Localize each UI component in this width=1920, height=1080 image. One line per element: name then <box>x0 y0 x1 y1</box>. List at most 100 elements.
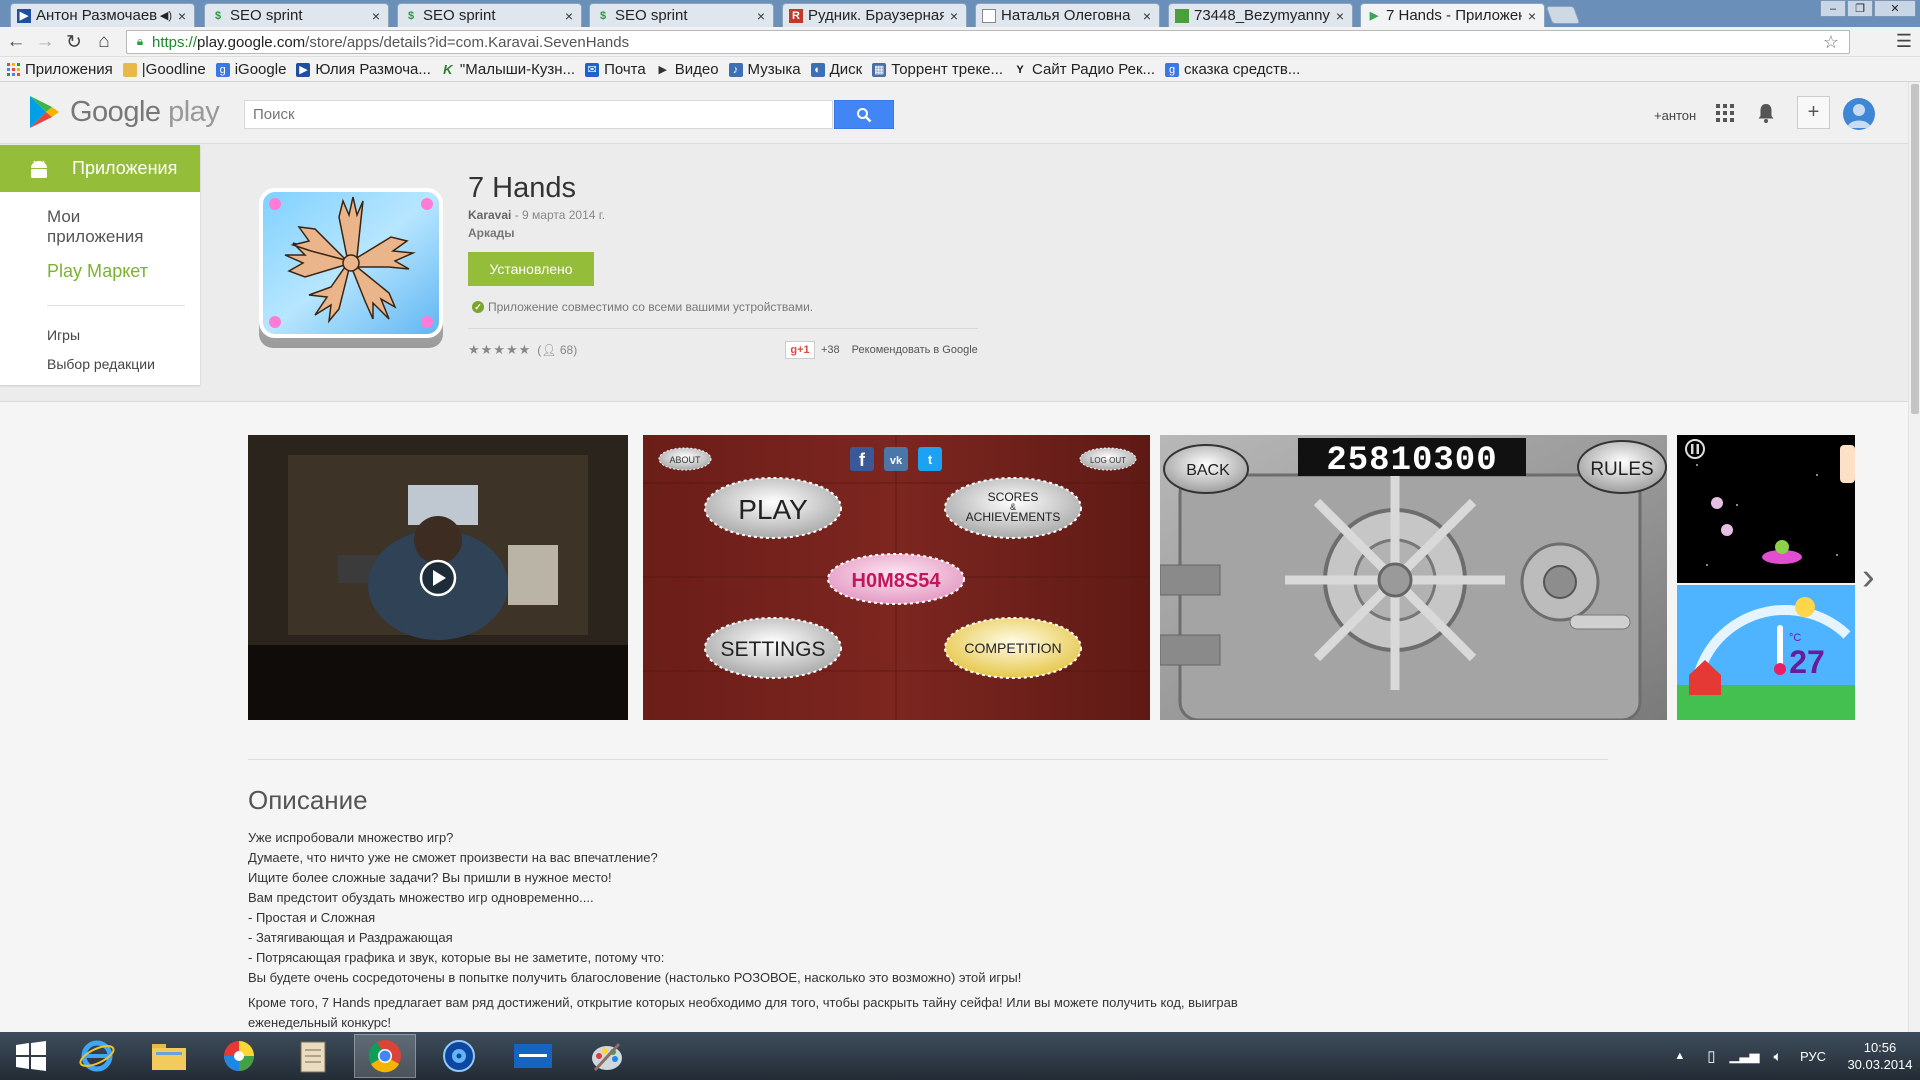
tab-seo-sprint-1[interactable]: $ SEO sprint × <box>204 3 389 27</box>
battery-icon[interactable]: ▯ <box>1707 1047 1715 1065</box>
bookmark-music[interactable]: ♪ Музыка <box>728 61 801 78</box>
bookmark-radio[interactable]: Y Сайт Радио Рек... <box>1013 61 1155 78</box>
bookmark-igoogle[interactable]: g iGoogle <box>215 61 286 78</box>
chrome-button[interactable] <box>354 1034 416 1078</box>
bookmark-malyshi[interactable]: K "Малыши-Кузн... <box>441 61 575 78</box>
bookmark-torrent[interactable]: ▦ Торрент треке... <box>872 61 1003 78</box>
tab-image[interactable]: 73448_Bezymyannyi × <box>1168 3 1353 27</box>
nav-editors-choice[interactable]: Выбор редакции <box>47 356 155 372</box>
bookmark-goodline[interactable]: |Goodline <box>122 61 206 78</box>
internet-explorer-icon <box>79 1040 115 1072</box>
address-bar[interactable]: 🔒︎ https://play.google.com/store/apps/de… <box>126 30 1850 54</box>
close-tab-icon[interactable]: × <box>1334 8 1346 24</box>
logo-google-text: Google <box>70 95 161 128</box>
clock[interactable]: 10:56 30.03.2014 <box>1840 1039 1920 1073</box>
tab-seo-sprint-3[interactable]: $ SEO sprint × <box>589 3 774 27</box>
picasa-button[interactable] <box>208 1034 270 1078</box>
close-tab-icon[interactable]: × <box>948 8 960 24</box>
chrome-menu-icon[interactable]: ☰ <box>1893 31 1915 53</box>
url-path: /store/apps/details?id=com.Karavai.Seven… <box>305 33 630 51</box>
nav-my-apps[interactable]: Мои приложения <box>47 207 167 247</box>
bookmark-label: "Малыши-Кузн... <box>459 61 576 78</box>
check-icon: ✓ <box>472 301 484 313</box>
settings-label: SETTINGS <box>720 638 825 661</box>
network-signal-icon[interactable]: ▁▃▅ <box>1730 1048 1760 1064</box>
tab-anton[interactable]: ▶ Антон Размочаев ◀) × <box>10 3 195 27</box>
close-tab-icon[interactable]: × <box>176 8 188 24</box>
page-scrollbar[interactable] <box>1908 82 1920 1032</box>
notifications-bell-icon[interactable] <box>1756 102 1776 124</box>
video-thumbnail[interactable] <box>248 435 628 720</box>
bookmark-yulia[interactable]: ▶ Юлия Размоча... <box>296 61 431 78</box>
google-plus-user-link[interactable]: +антон <box>1654 108 1696 123</box>
k-icon: K <box>443 62 453 77</box>
bookmark-star-icon[interactable]: ☆ <box>1823 32 1839 53</box>
screenshot-menu[interactable]: ABOUT LOG OUT f vk t PLAY SCORES & ACHIE… <box>643 435 1150 720</box>
bookmark-disk[interactable]: ◐ Диск <box>810 61 863 78</box>
new-tab-button[interactable] <box>1545 6 1581 24</box>
language-indicator[interactable]: РУС <box>1800 1049 1826 1064</box>
search-button[interactable] <box>834 100 894 129</box>
forward-button[interactable]: → <box>34 31 56 53</box>
category-link[interactable]: Аркады <box>468 226 515 240</box>
developer-link[interactable]: Karavai <box>468 208 511 222</box>
achievements-label: ACHIEVEMENTS <box>966 510 1061 524</box>
bookmark-apps[interactable]: Приложения <box>6 61 113 78</box>
start-button[interactable] <box>0 1034 62 1078</box>
rating-count-wrap: (👤︎ 68) <box>537 343 578 357</box>
asus-button[interactable] <box>502 1034 564 1078</box>
bookmark-video[interactable]: ▶ Видео <box>656 61 718 78</box>
volume-icon[interactable]: 🔈︎ <box>1774 1048 1782 1065</box>
nav-play-market[interactable]: Play Маркет <box>47 261 148 281</box>
media-button[interactable] <box>428 1034 490 1078</box>
search-icon <box>857 107 872 122</box>
tab-natalya[interactable]: Наталья Олеговна × <box>975 3 1160 27</box>
screenshot-safe[interactable]: 25810300 BACK RULES <box>1160 435 1667 720</box>
minimize-button[interactable]: – <box>1820 0 1846 17</box>
avatar[interactable] <box>1843 98 1875 130</box>
archive-button[interactable] <box>282 1034 344 1078</box>
close-tab-icon[interactable]: × <box>370 8 382 24</box>
internet-explorer-button[interactable] <box>66 1034 128 1078</box>
folder-icon <box>122 62 137 77</box>
show-hidden-icons-icon[interactable]: ▲ <box>1674 1050 1685 1062</box>
close-tab-icon[interactable]: × <box>1526 8 1538 24</box>
close-tab-icon[interactable]: × <box>1141 8 1153 24</box>
description-divider <box>248 759 1608 760</box>
chevron-right-icon[interactable]: › <box>1862 556 1875 599</box>
close-tab-icon[interactable]: × <box>563 8 575 24</box>
tab-seo-sprint-2[interactable]: $ SEO sprint × <box>397 3 582 27</box>
explorer-button[interactable] <box>138 1034 200 1078</box>
nav-games[interactable]: Игры <box>47 327 80 343</box>
seo-sprint-icon: $ <box>407 9 415 22</box>
google-plus-recommend: g+1 +38 Рекомендовать в Google <box>785 341 978 359</box>
video-play-icon: ▶ <box>296 62 311 77</box>
apps-grid-icon[interactable] <box>1716 104 1734 122</box>
screenshot-weather[interactable]: 27 °C <box>1677 435 1855 720</box>
clock-time: 10:56 <box>1863 1040 1897 1055</box>
google-play-logo[interactable]: Google play <box>28 95 220 129</box>
close-tab-icon[interactable]: × <box>755 8 767 24</box>
bookmark-mail[interactable]: ✉ Почта <box>585 61 646 78</box>
plus-one-count: +38 <box>821 344 840 356</box>
tab-7-hands[interactable]: ▶ 7 Hands - Приложен × <box>1360 3 1545 27</box>
close-window-button[interactable]: ✕ <box>1874 0 1916 17</box>
tab-title: 7 Hands - Приложен <box>1386 7 1522 24</box>
maximize-button[interactable]: ❐ <box>1847 0 1873 17</box>
back-button[interactable]: ← <box>5 31 27 53</box>
share-plus-button[interactable]: + <box>1797 96 1830 129</box>
seo-sprint-icon: $ <box>214 9 222 22</box>
paint-button[interactable] <box>576 1034 638 1078</box>
reload-button[interactable]: ↻ <box>63 31 85 53</box>
bookmark-label: Диск <box>829 61 863 78</box>
plus-one-button[interactable]: g+1 <box>785 341 815 359</box>
bookmark-skazka[interactable]: g сказка средств... <box>1165 61 1300 78</box>
nav-apps-category[interactable]: Приложения <box>0 145 200 192</box>
installed-button[interactable]: Установлено <box>468 252 594 286</box>
home-button[interactable]: ⌂ <box>93 31 115 53</box>
scrollbar-thumb[interactable] <box>1911 84 1919 414</box>
description-line: Вам предстоит обуздать множество игр одн… <box>248 890 594 905</box>
play-header: Google play +антон + <box>0 82 1908 144</box>
search-input[interactable] <box>244 100 833 129</box>
tab-rudnik[interactable]: R Рудник. Браузерная × <box>782 3 967 27</box>
